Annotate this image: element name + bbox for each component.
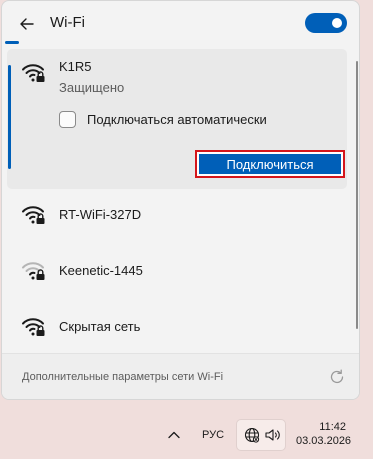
arrow-left-icon xyxy=(20,18,34,30)
scrollbar[interactable] xyxy=(356,61,358,329)
network-name: RT-WiFi-327D xyxy=(59,207,142,222)
chevron-up-icon[interactable] xyxy=(166,427,182,443)
connect-button[interactable]: Подключиться xyxy=(195,150,345,178)
network-name: Скрытая сеть xyxy=(59,319,141,334)
network-name: Keenetic-1445 xyxy=(59,263,143,278)
wifi-flyout: Wi-Fi K1R5 Защищено Подключаться автомат… xyxy=(1,0,360,400)
toggle-knob xyxy=(332,18,342,28)
clock-time: 11:42 xyxy=(319,421,346,433)
clock-date: 03.03.2026 xyxy=(296,435,352,447)
network-name: K1R5 xyxy=(59,59,92,74)
more-wifi-settings-link[interactable]: Дополнительные параметры сети Wi-Fi xyxy=(22,371,223,383)
language-indicator[interactable]: РУС xyxy=(202,429,224,441)
flyout-header: Wi-Fi xyxy=(2,1,359,46)
refresh-icon[interactable] xyxy=(328,368,346,386)
wifi-lock-icon xyxy=(22,64,45,82)
wifi-toggle[interactable] xyxy=(305,13,347,33)
wifi-lock-icon xyxy=(22,262,45,280)
network-item-k1r5[interactable]: K1R5 Защищено Подключаться автоматически… xyxy=(7,49,347,189)
quick-settings-button[interactable] xyxy=(236,419,286,451)
speaker-icon xyxy=(265,429,280,441)
network-item-keenetic[interactable]: Keenetic-1445 xyxy=(7,245,347,295)
auto-connect-checkbox[interactable] xyxy=(59,111,76,128)
wifi-lock-icon xyxy=(22,318,45,336)
network-item-hidden[interactable]: Скрытая сеть xyxy=(7,301,347,351)
network-status: Защищено xyxy=(59,80,125,95)
network-item-rt-wifi[interactable]: RT-WiFi-327D xyxy=(7,189,347,239)
clock[interactable]: 11:42 03.03.2026 xyxy=(296,420,352,448)
flyout-footer: Дополнительные параметры сети Wi-Fi xyxy=(2,353,359,399)
auto-connect-label: Подключаться автоматически xyxy=(87,112,267,127)
wifi-lock-icon xyxy=(22,206,45,224)
header-indicator xyxy=(5,41,19,44)
selection-indicator xyxy=(8,65,11,169)
back-button[interactable] xyxy=(16,13,38,35)
globe-icon xyxy=(244,427,260,443)
page-title: Wi-Fi xyxy=(50,14,85,31)
taskbar: РУС 11:42 03.03.2026 xyxy=(0,411,373,459)
connect-button-label: Подключиться xyxy=(199,154,341,174)
